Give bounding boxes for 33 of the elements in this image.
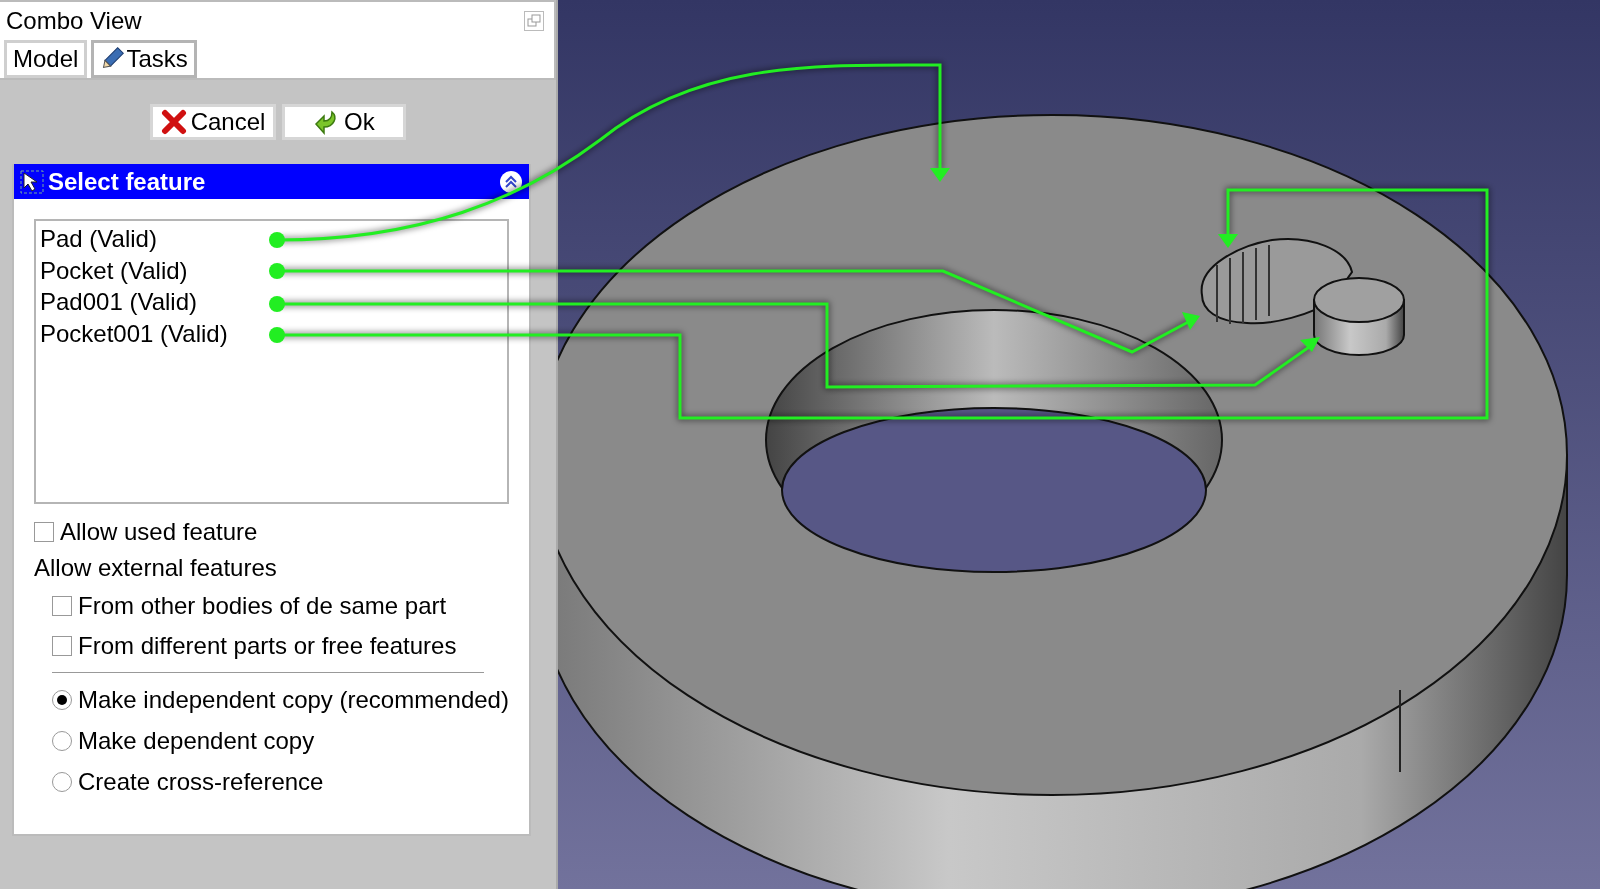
list-item[interactable]: Pad001 (Valid) [40, 286, 503, 318]
connector-dot [269, 327, 285, 343]
radio-label: Make independent copy (recommended) [78, 685, 509, 714]
collapse-icon[interactable] [499, 169, 523, 194]
connector-dot [269, 232, 285, 248]
task-title: Select feature [48, 167, 207, 196]
feature-list[interactable]: Pad (Valid) Pocket (Valid) Pad001 (Valid) Pocket001 (Valid) [34, 219, 509, 504]
checkbox[interactable] [52, 636, 72, 656]
radio-button[interactable] [52, 730, 72, 751]
radio-label: Create cross-reference [78, 767, 324, 796]
pointer-icon [20, 169, 44, 194]
cross-icon [160, 109, 187, 135]
ok-button[interactable]: Ok [282, 104, 407, 140]
connector-dot [269, 263, 285, 279]
checkbox-label: From other bodies of de same part [78, 592, 447, 620]
undock-icon[interactable] [524, 11, 544, 31]
checkbox[interactable] [52, 596, 72, 616]
tab[interactable]: Model [4, 40, 88, 78]
radio-button[interactable] [52, 771, 72, 792]
panel-title: Combo View [6, 7, 142, 35]
pencil-icon [100, 47, 125, 71]
group-label: Allow external features [34, 553, 278, 583]
checkbox-label: From different parts or free features [78, 632, 457, 660]
list-item[interactable]: Pad (Valid) [40, 223, 503, 255]
radio-label: Make dependent copy [78, 726, 315, 755]
tab[interactable]: Tasks [91, 40, 197, 78]
checkbox[interactable] [34, 522, 54, 542]
connector-dot [269, 296, 285, 312]
list-item[interactable]: Pocket (Valid) [40, 254, 503, 286]
list-item[interactable]: Pocket001 (Valid) [40, 317, 503, 349]
checkbox-label: Allow used feature [60, 518, 258, 546]
cancel-button[interactable]: Cancel [149, 104, 277, 140]
radio-button[interactable] [52, 689, 72, 710]
